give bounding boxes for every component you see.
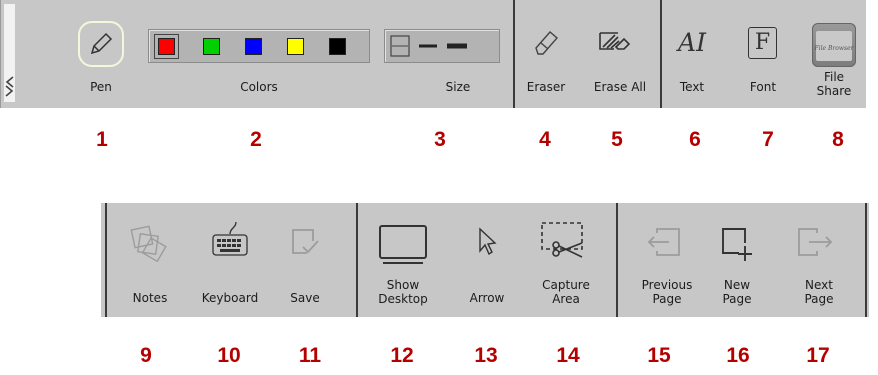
capture-area-label: Capture Area (542, 278, 590, 306)
separator (616, 203, 618, 317)
font-label: Font (749, 80, 777, 94)
next-page-icon (798, 228, 833, 256)
notes-tool[interactable]: Notes (119, 203, 181, 317)
brand-logo (4, 4, 15, 102)
keyboard-tool[interactable]: Keyboard (189, 203, 271, 317)
keyboard-label: Keyboard (201, 291, 259, 305)
notes-icon (130, 225, 167, 263)
callout-number: 11 (298, 344, 322, 367)
new-page-label: New Page (722, 278, 752, 306)
callout-number: 6 (689, 128, 701, 151)
show-desktop-tool[interactable]: Show Desktop (367, 203, 439, 317)
file-browser-icon-text: File Browser (814, 45, 854, 52)
arrow-label: Arrow (469, 291, 505, 305)
previous-page-label: Previous Page (641, 278, 693, 306)
file-share-tool[interactable]: File Browser File Share (805, 0, 863, 108)
text-icon: AI (678, 28, 706, 57)
save-label: Save (290, 291, 320, 305)
previous-page-tool[interactable]: Previous Page (629, 203, 705, 317)
callout-number: 13 (474, 344, 498, 367)
notes-label: Notes (132, 291, 168, 305)
new-page-tool[interactable]: New Page (707, 203, 767, 317)
capture-area-tool[interactable]: Capture Area (531, 203, 601, 317)
file-share-label: File Share (816, 70, 852, 98)
font-tool[interactable]: F Font (736, 0, 790, 108)
erase-all-tool[interactable]: Erase All (585, 0, 655, 108)
pen-tool[interactable]: Pen (71, 0, 131, 108)
erase-all-icon (599, 32, 631, 50)
scissors-capture-icon (541, 222, 583, 258)
colors-label: Colors (240, 80, 278, 94)
cursor-arrow-icon (479, 227, 497, 256)
eraser-icon (535, 31, 558, 55)
callout-number: 9 (140, 344, 152, 367)
size-label: Size (445, 80, 471, 94)
callout-number: 16 (726, 344, 750, 367)
new-page-icon (722, 228, 752, 261)
pencil-icon (90, 32, 113, 55)
separator (356, 203, 358, 317)
callout-number: 15 (647, 344, 671, 367)
arrow-tool[interactable]: Arrow (461, 203, 513, 317)
keyboard-icon (212, 221, 248, 256)
callout-number: 5 (611, 128, 623, 151)
monitor-icon (379, 225, 427, 264)
top-toolbar: Pen Colors Size Eraser Erase All AI Text… (0, 0, 866, 108)
callout-number: 17 (806, 344, 830, 367)
callout-number: 12 (390, 344, 414, 367)
save-tool[interactable]: Save (279, 203, 331, 317)
file-browser-icon: File Browser (812, 23, 856, 67)
callout-number: 7 (762, 128, 774, 151)
callout-number: 3 (434, 128, 446, 151)
pen-label: Pen (90, 80, 112, 94)
callout-number: 2 (250, 128, 262, 151)
eraser-label: Eraser (526, 80, 566, 94)
callout-number: 8 (832, 128, 844, 151)
show-desktop-label: Show Desktop (378, 278, 428, 306)
separator (513, 0, 515, 108)
next-page-label: Next Page (804, 278, 834, 306)
bottom-toolbar: Notes Keyboard Save Show Desktop Arrow C… (101, 203, 869, 317)
previous-page-icon (647, 228, 680, 256)
separator (660, 0, 662, 108)
text-tool[interactable]: AI Text (665, 0, 719, 108)
erase-all-label: Erase All (593, 80, 647, 94)
next-page-tool[interactable]: Next Page (783, 203, 855, 317)
callout-number: 10 (217, 344, 241, 367)
callout-number: 1 (96, 128, 108, 151)
size-group[interactable]: Size (384, 0, 500, 108)
logo-icon (5, 76, 14, 97)
callout-number: 14 (556, 344, 580, 367)
text-label: Text (679, 80, 705, 94)
colors-group: Colors (148, 0, 370, 108)
separator (865, 203, 867, 317)
font-icon: F (748, 27, 777, 59)
callout-number: 4 (539, 128, 551, 151)
separator (105, 203, 107, 317)
save-icon (292, 229, 319, 254)
eraser-tool[interactable]: Eraser (518, 0, 574, 108)
